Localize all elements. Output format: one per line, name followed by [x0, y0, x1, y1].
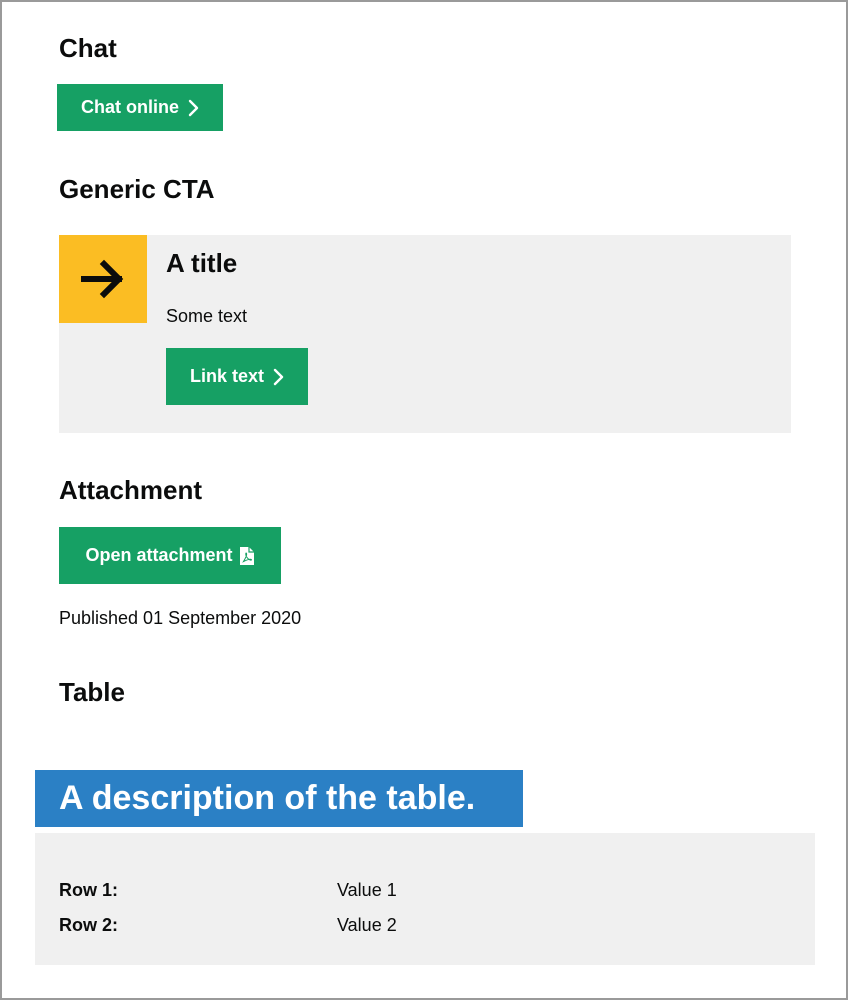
row-label: Row 2:	[59, 915, 119, 935]
chevron-right-icon	[188, 99, 199, 116]
row-label: Row 1:	[59, 880, 119, 900]
cta-title: A title	[166, 248, 238, 278]
chat-heading: Chat	[59, 33, 117, 63]
arrow-right-icon	[59, 235, 147, 323]
open-attachment-label: Open attachment	[85, 545, 233, 565]
attachment-heading: Attachment	[59, 475, 203, 505]
data-table: Row 1: Value 1 Row 2: Value 2	[35, 833, 815, 965]
generic-cta-heading: Generic CTA	[59, 174, 215, 204]
chat-online-button[interactable]: Chat online	[57, 84, 223, 131]
table-heading: Table	[59, 677, 125, 707]
generic-cta-panel: A title Some text Link text	[59, 235, 791, 433]
cta-link-label: Link text	[189, 366, 264, 386]
table-caption: A description of the table.	[35, 770, 523, 827]
cta-text: Some text	[166, 306, 248, 326]
open-attachment-button[interactable]: Open attachment	[59, 527, 281, 584]
pdf-file-icon	[239, 546, 254, 565]
row-value: Value 2	[337, 915, 397, 935]
row-value: Value 1	[337, 880, 397, 900]
chat-online-label: Chat online	[81, 97, 179, 117]
cta-link-button[interactable]: Link text	[166, 348, 308, 405]
chevron-right-icon	[273, 368, 284, 385]
published-date: Published 01 September 2020	[59, 608, 302, 628]
